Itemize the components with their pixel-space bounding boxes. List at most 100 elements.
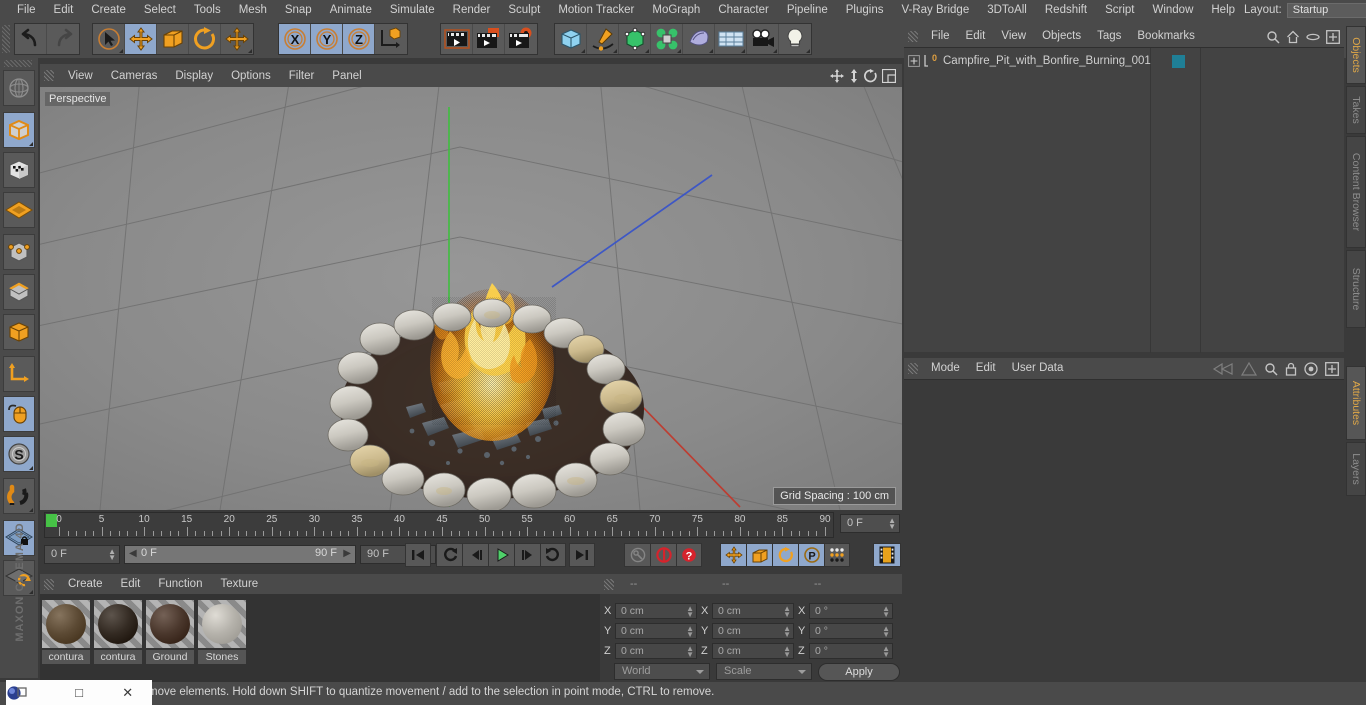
previous-keyframe-button[interactable]	[436, 543, 462, 567]
position-y-field[interactable]: 0 cm ▲ ▼	[615, 622, 697, 639]
extra-move-tool[interactable]	[221, 24, 253, 54]
redo-button[interactable]	[47, 24, 79, 54]
attributes-menu-mode[interactable]: Mode	[923, 358, 968, 379]
spinner-icon[interactable]: ▲▼	[686, 604, 694, 618]
apply-button[interactable]: Apply	[818, 663, 900, 681]
attributes-menu-edit[interactable]: Edit	[968, 358, 1004, 379]
range-left-arrow-icon[interactable]: ◀	[129, 548, 137, 559]
step-back-button[interactable]	[462, 543, 488, 567]
viewport-3d-canvas[interactable]: Perspective Grid Spacing: 100 cm	[40, 87, 902, 510]
material-tag-icon[interactable]	[1172, 54, 1185, 68]
material-preview[interactable]	[198, 600, 246, 648]
play-button[interactable]	[488, 543, 514, 567]
undo-button[interactable]	[15, 24, 47, 54]
polygons-mode-button[interactable]	[3, 314, 35, 350]
add-environment-button[interactable]	[683, 24, 715, 54]
object-manager-grip[interactable]	[908, 31, 918, 42]
menu-item-mograph[interactable]: MoGraph	[643, 0, 709, 20]
home-icon[interactable]	[1286, 30, 1300, 44]
add-spline-button[interactable]	[587, 24, 619, 54]
add-light-button[interactable]	[779, 24, 811, 54]
material-preview[interactable]	[146, 600, 194, 648]
add-camera-button[interactable]	[747, 24, 779, 54]
menu-item-create[interactable]: Create	[82, 0, 135, 20]
add-generator-button[interactable]	[619, 24, 651, 54]
rotation-z-field[interactable]: 0 ° ▲ ▼	[809, 642, 893, 659]
material-preview[interactable]	[42, 600, 90, 648]
record-rotation-button[interactable]	[772, 543, 798, 567]
render-settings-button[interactable]	[505, 24, 537, 54]
material-item[interactable]: Stones	[198, 600, 246, 682]
material-menu-create[interactable]: Create	[59, 574, 112, 594]
viewport-menu-view[interactable]: View	[59, 65, 102, 87]
spinner-icon[interactable]: ▲▼	[783, 604, 791, 618]
material-menu-function[interactable]: Function	[149, 574, 211, 594]
menu-item-3dtoall[interactable]: 3DToAll	[978, 0, 1036, 20]
next-keyframe-button[interactable]	[540, 543, 566, 567]
menu-item-script[interactable]: Script	[1096, 0, 1143, 20]
go-to-end-button[interactable]	[569, 543, 595, 567]
y-axis-lock[interactable]: Y	[311, 24, 343, 54]
object-menu-bookmarks[interactable]: Bookmarks	[1129, 26, 1203, 47]
position-x-field[interactable]: 0 cm ▲ ▼	[615, 602, 697, 619]
vertical-tab-attributes[interactable]: Attributes	[1346, 366, 1366, 440]
coordinates-grip[interactable]	[604, 578, 614, 590]
record-pla-button[interactable]	[824, 543, 850, 567]
attributes-grip[interactable]	[908, 363, 918, 374]
toolbar-grip[interactable]	[2, 25, 10, 53]
close-window-button[interactable]: ✕	[103, 685, 152, 701]
workplane-mode-button[interactable]	[3, 192, 35, 228]
material-item[interactable]: contura	[42, 600, 90, 682]
keyframe-selection-button[interactable]: ?	[676, 543, 702, 567]
spinner-icon[interactable]: ▲▼	[686, 624, 694, 638]
snap-settings-button[interactable]: S	[3, 436, 35, 472]
menu-item-simulate[interactable]: Simulate	[381, 0, 444, 20]
autokey-button[interactable]	[624, 543, 650, 567]
add-layer-icon[interactable]	[1326, 29, 1340, 44]
transform-mode-dropdown[interactable]: Scale	[716, 663, 812, 680]
render-view-button[interactable]	[441, 24, 473, 54]
rotate-view-icon[interactable]	[864, 68, 878, 83]
record-scale-button[interactable]	[746, 543, 772, 567]
viewport-menu-cameras[interactable]: Cameras	[102, 65, 167, 87]
object-menu-file[interactable]: File	[923, 26, 958, 47]
object-menu-view[interactable]: View	[993, 26, 1034, 47]
object-list-item[interactable]: 0 Campfire_Pit_with_Bonfire_Burning_001	[904, 52, 1344, 70]
menu-item-vray-bridge[interactable]: V-Ray Bridge	[892, 0, 978, 20]
expand-toggle-icon[interactable]	[908, 55, 920, 67]
texture-mode-button[interactable]	[3, 152, 35, 188]
viewport-menu-filter[interactable]: Filter	[280, 65, 324, 87]
spinner-icon[interactable]: ▲▼	[783, 624, 791, 638]
move-tool[interactable]	[125, 24, 157, 54]
viewport-menu-display[interactable]: Display	[166, 65, 222, 87]
lock-icon[interactable]	[1285, 362, 1297, 376]
target-icon[interactable]	[1304, 361, 1318, 376]
search-icon[interactable]	[1264, 362, 1278, 376]
add-floor-button[interactable]	[715, 24, 747, 54]
render-to-picture-viewer-button[interactable]	[473, 24, 505, 54]
enable-snapping-button[interactable]	[3, 478, 35, 514]
size-z-field[interactable]: 0 cm ▲ ▼	[712, 642, 794, 659]
record-position-button[interactable]	[720, 543, 746, 567]
ellipse-icon[interactable]	[1306, 32, 1320, 42]
add-cube-button[interactable]	[555, 24, 587, 54]
rotate-tool[interactable]	[189, 24, 221, 54]
points-mode-button[interactable]	[3, 234, 35, 270]
menu-item-plugins[interactable]: Plugins	[837, 0, 893, 20]
spinner-icon[interactable]: ▲▼	[882, 644, 890, 658]
viewport-solo-button[interactable]	[3, 396, 35, 432]
coordinate-system-dropdown[interactable]: World	[614, 663, 710, 680]
size-x-field[interactable]: 0 cm ▲ ▼	[712, 602, 794, 619]
edges-mode-button[interactable]	[3, 274, 35, 310]
left-toolbar-grip[interactable]	[4, 60, 32, 67]
viewport-menu-options[interactable]: Options	[222, 65, 280, 87]
spinner-icon[interactable]: ▲▼	[108, 548, 116, 562]
x-axis-lock[interactable]: X	[279, 24, 311, 54]
record-parameter-button[interactable]: P	[798, 543, 824, 567]
go-to-start-button[interactable]	[405, 543, 431, 567]
menu-item-edit[interactable]: Edit	[45, 0, 83, 20]
history-forward-icon[interactable]	[1241, 361, 1257, 376]
menu-item-snap[interactable]: Snap	[276, 0, 321, 20]
menu-item-character[interactable]: Character	[709, 0, 778, 20]
maximize-view-icon[interactable]	[882, 68, 896, 83]
